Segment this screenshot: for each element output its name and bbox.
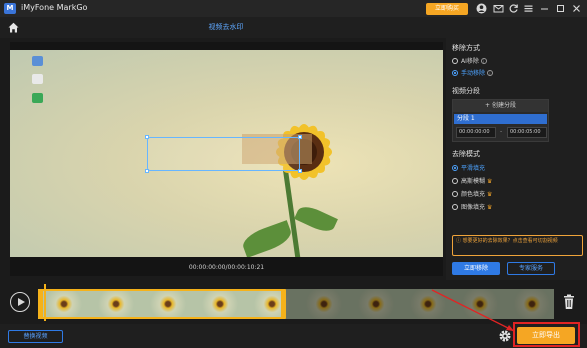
radio-dot — [452, 70, 458, 76]
video-frame[interactable] — [10, 50, 443, 257]
radio-label: 颜色填充 — [461, 191, 486, 198]
info-icon[interactable]: i — [480, 58, 487, 64]
segment-item[interactable]: 分段 1 — [454, 114, 547, 124]
play-icon[interactable] — [10, 292, 30, 312]
radio-color-fill[interactable]: 颜色填充 ♛ — [452, 189, 492, 198]
tip-text: 想要更好的去除效果？点击查看可切割视频 — [462, 238, 558, 244]
playhead[interactable] — [44, 284, 46, 321]
resize-handle[interactable] — [298, 135, 302, 139]
watermark-selection-box[interactable] — [145, 135, 302, 173]
remove-method-title: 移除方式 — [452, 44, 480, 52]
warning-icon: ⓘ — [456, 238, 463, 244]
tip-box[interactable]: ⓘ 想要更好的去除效果？点击查看可切割视频 — [452, 235, 583, 256]
flower-leaf — [239, 220, 295, 257]
radio-dot — [452, 191, 458, 197]
desktop-icon — [32, 93, 43, 103]
flower-leaf — [294, 202, 338, 236]
segment-start-time[interactable]: 00:00:00:00 — [456, 127, 496, 138]
segment-end-handle[interactable] — [281, 289, 286, 319]
refresh-icon[interactable] — [508, 3, 519, 14]
radio-label: 平滑填充 — [461, 165, 486, 172]
title-bar: M iMyFone MarkGo 立即购买 — [0, 0, 587, 17]
removal-mode-title: 去除模式 — [452, 150, 480, 158]
crown-icon: ♛ — [486, 178, 493, 185]
segments-title: 视频分段 — [452, 87, 480, 95]
close-icon[interactable] — [571, 3, 582, 14]
radio-dot — [452, 165, 458, 171]
desktop-icon — [32, 56, 43, 66]
radio-label: 手动移除 — [461, 70, 486, 77]
segment-box: + 创建分段 分段 1 00:00:00:00 - 00:00:05:00 — [452, 99, 549, 142]
segment-end-time[interactable]: 00:00:05:00 — [507, 127, 547, 138]
segment-separator: - — [500, 128, 503, 135]
segment-start-handle[interactable] — [38, 289, 43, 319]
create-segment-button[interactable]: + 创建分段 — [453, 100, 548, 112]
radio-manual-remove[interactable]: 手动移除 i — [452, 68, 493, 77]
mail-icon[interactable] — [493, 3, 504, 14]
resize-handle[interactable] — [145, 135, 149, 139]
highlight-box — [513, 322, 580, 347]
trash-icon[interactable] — [563, 294, 575, 310]
radio-dot — [452, 178, 458, 184]
home-icon[interactable] — [7, 21, 20, 34]
resize-handle[interactable] — [298, 169, 302, 173]
settings-panel: 移除方式 AI移除 i 手动移除 i 视频分段 + 创建分段 分段 1 00:0… — [446, 38, 587, 280]
video-preview-area: 00:00:00:00/00:00:10:21 — [10, 42, 443, 276]
bottom-bar: 替换视频 立即导出 — [0, 324, 587, 348]
account-icon[interactable] — [476, 3, 487, 14]
page-title: 视频去水印 — [208, 23, 244, 31]
resize-handle[interactable] — [145, 169, 149, 173]
radio-ai-remove[interactable]: AI移除 i — [452, 56, 487, 65]
radio-label: 图像填充 — [461, 204, 486, 211]
maximize-icon[interactable] — [555, 3, 566, 14]
radio-image-fill[interactable]: 图像填充 ♛ — [452, 202, 492, 211]
radio-label: AI移除 — [461, 58, 479, 65]
unselected-range — [285, 289, 554, 319]
info-icon[interactable]: i — [486, 70, 493, 76]
replace-video-button[interactable]: 替换视频 — [8, 330, 63, 343]
buy-now-button[interactable]: 立即购买 — [426, 3, 468, 15]
menu-icon[interactable] — [523, 3, 534, 14]
minimize-icon[interactable] — [539, 3, 550, 14]
crown-icon: ♛ — [486, 191, 493, 198]
radio-smooth-fill[interactable]: 平滑填充 — [452, 163, 485, 172]
header-bar: 视频去水印 — [0, 17, 587, 38]
radio-dot — [452, 58, 458, 64]
crown-icon: ♛ — [486, 204, 493, 211]
selected-segment-range[interactable] — [38, 289, 285, 319]
radio-dot — [452, 204, 458, 210]
time-readout: 00:00:00:00/00:00:10:21 — [188, 264, 265, 271]
timeline — [0, 281, 587, 324]
radio-label: 高斯模糊 — [461, 178, 486, 185]
remove-now-button[interactable]: 立即移除 — [452, 262, 500, 275]
desktop-icon — [32, 74, 43, 84]
expert-service-button[interactable]: 专家服务 — [507, 262, 555, 275]
gear-icon[interactable] — [498, 329, 512, 343]
radio-gaussian-blur[interactable]: 高斯模糊 ♛ — [452, 176, 492, 185]
timeline-track[interactable] — [38, 289, 554, 319]
app-logo-icon: M — [4, 3, 16, 14]
app-title: iMyFone MarkGo — [21, 3, 88, 12]
